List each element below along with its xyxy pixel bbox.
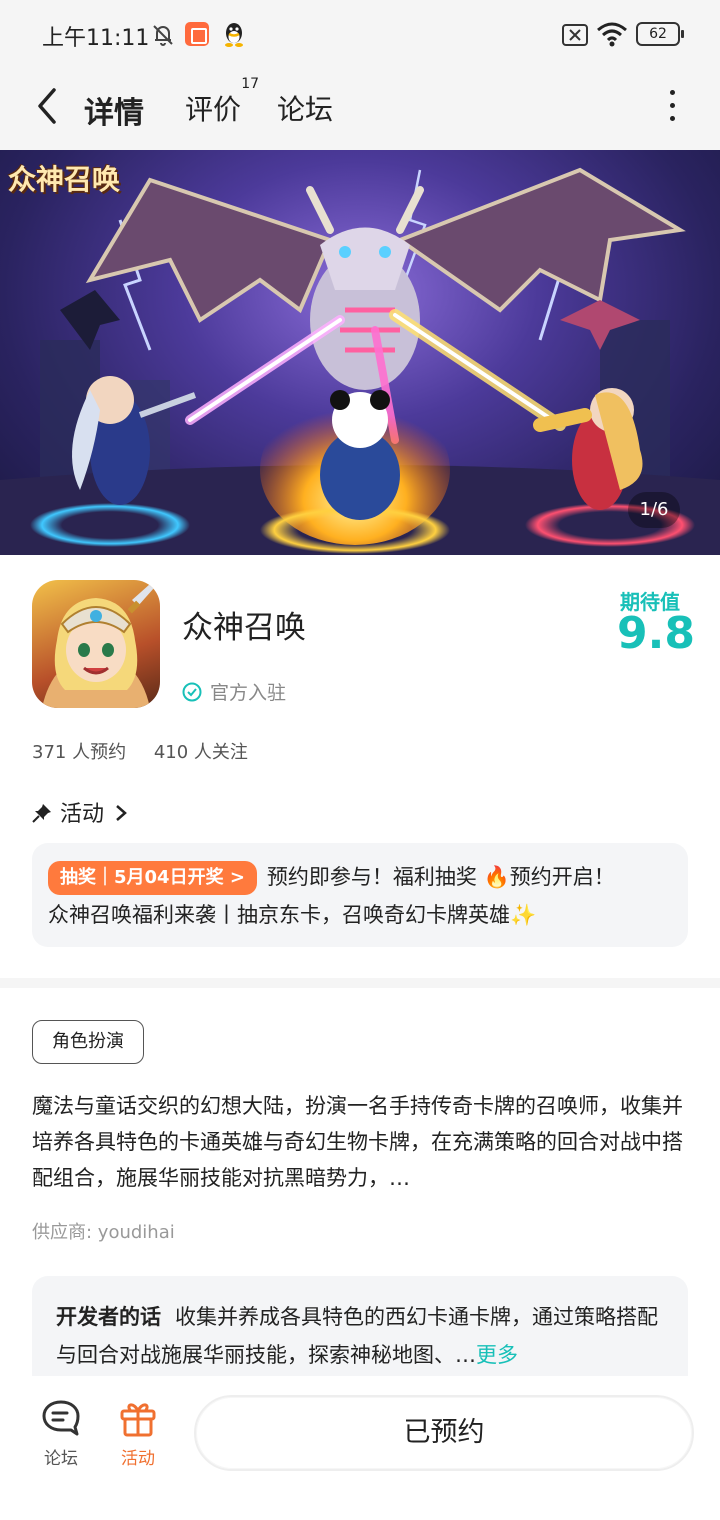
banner-artwork [0, 167, 720, 555]
reserved-button[interactable]: 已预约 [194, 1395, 694, 1471]
developer-note-label: 开发者的话 [56, 1305, 161, 1329]
battery-icon: 62 [636, 22, 684, 46]
section-divider [0, 978, 720, 988]
bottom-nav-activity-label: 活动 [121, 1449, 155, 1469]
activity-line1: 预约即参与！福利抽奖 🔥预约开启！ [266, 865, 615, 889]
status-bar: 上午11:11 62 [0, 0, 720, 70]
reservation-count: 371 人预约 [32, 742, 127, 763]
gift-icon [120, 1403, 156, 1437]
official-badge: 官方入驻 [182, 678, 286, 705]
qq-icon [225, 23, 243, 47]
forum-chat-icon [42, 1400, 80, 1436]
bottom-nav-forum[interactable]: 论坛 [26, 1398, 96, 1469]
app-notification-icon [185, 22, 209, 46]
pin-icon [32, 804, 51, 823]
carousel-counter: 1/6 [628, 492, 680, 528]
tab-detail-label: 详情 [84, 96, 144, 131]
header: 详情 评价 17 论坛 [0, 70, 720, 150]
review-count-badge: 17 [241, 76, 260, 92]
expectation-score: 9.8 [617, 608, 695, 659]
genre-tag[interactable]: 角色扮演 [32, 1020, 144, 1064]
no-sim-icon [562, 24, 588, 46]
bottom-nav-activity[interactable]: 活动 [103, 1398, 173, 1469]
game-description[interactable]: 魔法与童话交织的幻想大陆，扮演一名手持传奇卡牌的召唤师，收集并培养各具特色的卡通… [32, 1088, 688, 1196]
bottom-nav-forum-label: 论坛 [44, 1449, 78, 1469]
official-label: 官方入驻 [210, 682, 287, 704]
app-icon [32, 580, 160, 708]
back-arrow-icon[interactable] [32, 86, 62, 126]
tab-detail[interactable]: 详情 [81, 88, 151, 134]
developer-note-card[interactable]: 开发者的话 收集并养成各具特色的西幻卡通卡牌，通过策略搭配与回合对战施展华丽技能，… [32, 1276, 688, 1376]
status-time: 上午11:11 [42, 26, 150, 51]
game-logo: 众神召唤 [8, 163, 121, 196]
chevron-right-icon [116, 805, 127, 821]
tab-review-label: 评价 [185, 93, 242, 126]
lottery-tag[interactable]: 抽奖｜5月04日开奖 > [48, 861, 257, 895]
follower-count: 410 人关注 [153, 742, 248, 763]
bottom-bar: 论坛 活动 已预约 [0, 1376, 720, 1520]
supplier-text: 供应商: youdihai [32, 1222, 175, 1243]
activity-line2: 众神召唤福利来袭丨抽京东卡，召唤奇幻卡牌英雄✨ [48, 903, 537, 927]
mute-bell-icon [153, 25, 173, 46]
activity-card[interactable]: 抽奖｜5月04日开奖 > 预约即参与！福利抽奖 🔥预约开启！ 众神召唤福利来袭丨抽… [32, 843, 688, 947]
wifi-icon [597, 22, 627, 47]
banner-carousel[interactable]: 众神召唤 1/6 [0, 150, 720, 555]
more-options-icon[interactable] [660, 88, 684, 132]
activity-header[interactable]: 活动 [32, 796, 128, 828]
app-name: 众神召唤 [182, 610, 306, 646]
verified-check-icon [182, 682, 202, 702]
tab-review[interactable]: 评价 17 [185, 76, 259, 128]
stats-row: 371 人预约 410 人关注 [32, 738, 270, 764]
activity-title: 活动 [60, 802, 105, 827]
tab-forum[interactable]: 论坛 [277, 88, 333, 128]
more-link[interactable]: 更多 [476, 1343, 518, 1367]
tab-forum-label: 论坛 [277, 93, 334, 126]
